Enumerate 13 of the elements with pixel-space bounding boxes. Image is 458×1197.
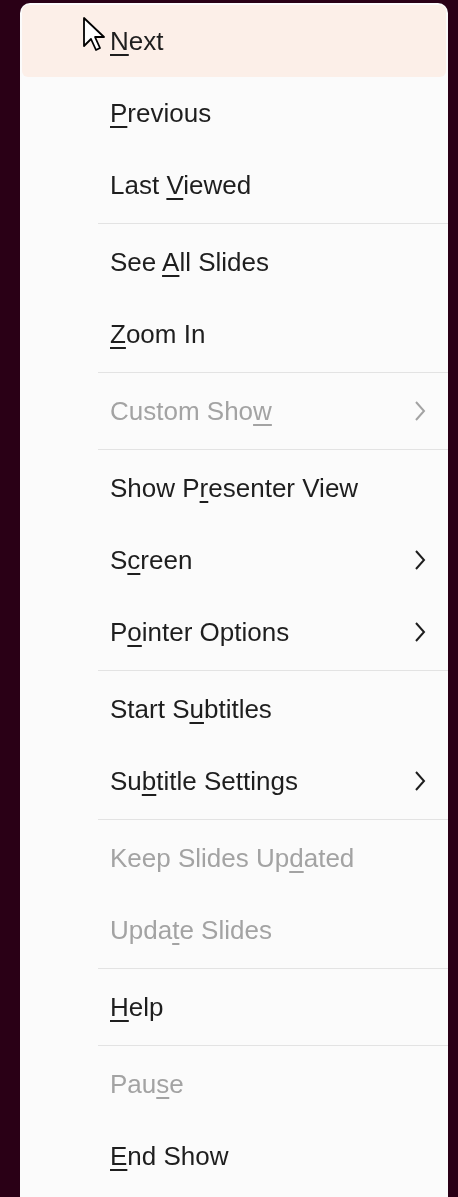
menu-item[interactable]: Zoom In	[22, 298, 446, 370]
menu-item[interactable]: Help	[22, 971, 446, 1043]
menu-item[interactable]: See All Slides	[22, 226, 446, 298]
menu-item[interactable]: Pointer Options	[22, 596, 446, 668]
menu-item[interactable]: End Show	[22, 1120, 446, 1192]
menu-item[interactable]: Show Presenter View	[22, 452, 446, 524]
menu-item[interactable]: Screen	[22, 524, 446, 596]
menu-item[interactable]: Start Subtitles	[22, 673, 446, 745]
menu-item[interactable]: Last Viewed	[22, 149, 446, 221]
mouse-pointer-icon	[82, 16, 106, 52]
menu-item[interactable]: Previous	[22, 77, 446, 149]
menu-item[interactable]: Next	[22, 5, 446, 77]
menu-item[interactable]: Subtitle Settings	[22, 745, 446, 817]
